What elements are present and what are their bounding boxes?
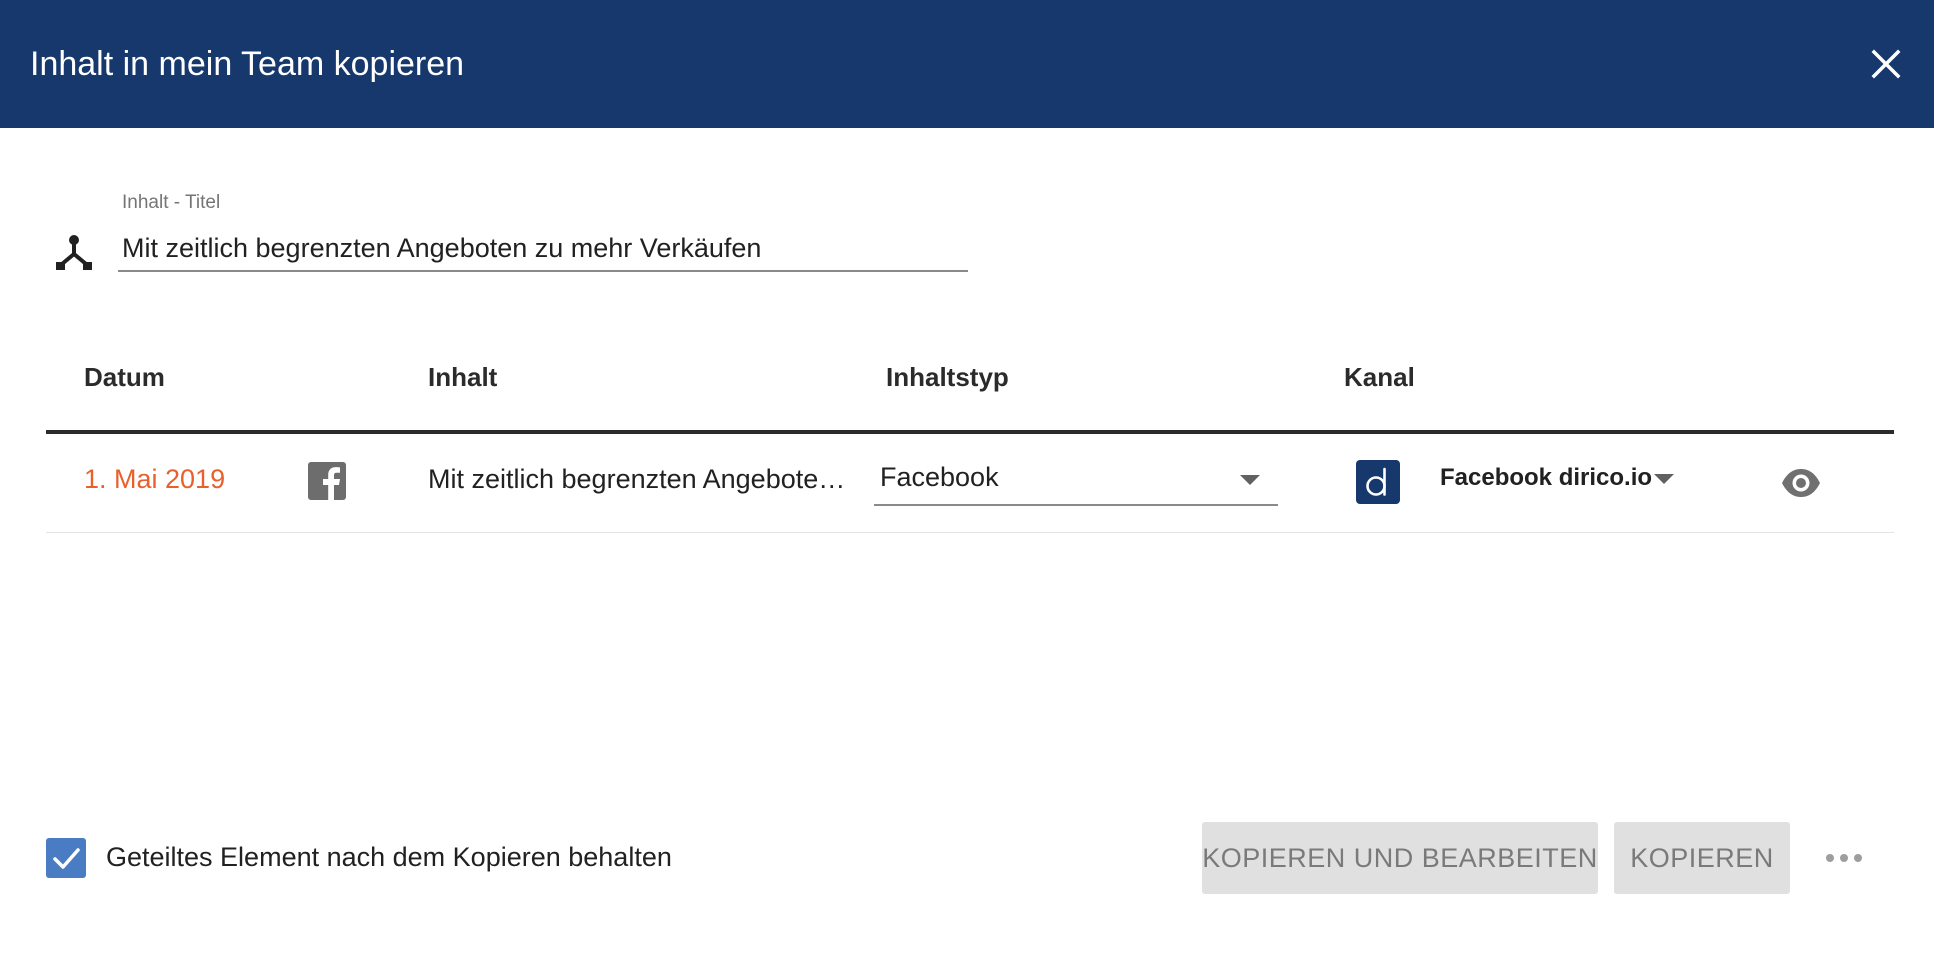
column-header-kanal: Kanal bbox=[1344, 362, 1415, 392]
column-header-inhalt: Inhalt bbox=[428, 362, 498, 392]
content-title-label: Inhalt - Titel bbox=[122, 192, 221, 213]
check-icon bbox=[53, 848, 80, 869]
dialog-title: Inhalt in mein Team kopieren bbox=[30, 45, 465, 83]
preview-button[interactable] bbox=[1780, 462, 1822, 504]
copy-content-dialog: Inhalt in mein Team kopieren Inhalt - Ti… bbox=[0, 0, 1934, 958]
chevron-down-icon bbox=[1240, 475, 1260, 485]
content-title-field: Inhalt - Titel bbox=[50, 188, 970, 278]
keep-shared-checkbox[interactable] bbox=[46, 838, 86, 878]
eye-icon bbox=[1782, 469, 1820, 497]
column-header-datum: Datum bbox=[84, 362, 165, 392]
facebook-icon bbox=[308, 462, 346, 500]
call-split-icon bbox=[56, 235, 92, 270]
content-type-select[interactable]: Facebook bbox=[874, 454, 1278, 506]
copy-and-edit-button[interactable]: KOPIEREN UND BEARBEITEN bbox=[1202, 822, 1598, 894]
channel-select[interactable]: Facebook dirico.io bbox=[1440, 462, 1680, 502]
content-table: Datum Inhalt Inhaltstyp Kanal 1. Mai 201… bbox=[46, 350, 1894, 533]
copy-button[interactable]: KOPIEREN bbox=[1614, 822, 1790, 894]
close-button[interactable] bbox=[1862, 40, 1910, 88]
chevron-down-icon bbox=[1654, 474, 1674, 484]
channel-name: Facebook dirico.io bbox=[1440, 464, 1653, 491]
content-type-value: Facebook bbox=[880, 462, 999, 492]
table-row: 1. Mai 2019 Mit zeitlich begrenzten Ange… bbox=[46, 434, 1894, 533]
more-options-button[interactable] bbox=[1822, 840, 1866, 876]
dialog-header: Inhalt in mein Team kopieren bbox=[0, 0, 1934, 128]
table-header: Datum Inhalt Inhaltstyp Kanal bbox=[46, 350, 1894, 434]
content-title-input[interactable] bbox=[118, 226, 968, 272]
dirico-logo-icon bbox=[1356, 460, 1400, 504]
row-content: Mit zeitlich begrenzten Angeboten zu meh… bbox=[428, 464, 848, 494]
row-date: 1. Mai 2019 bbox=[84, 464, 226, 494]
keep-shared-label: Geteiltes Element nach dem Kopieren beha… bbox=[106, 842, 672, 872]
close-icon bbox=[1871, 49, 1901, 79]
column-header-inhaltstyp: Inhaltstyp bbox=[886, 362, 1009, 392]
